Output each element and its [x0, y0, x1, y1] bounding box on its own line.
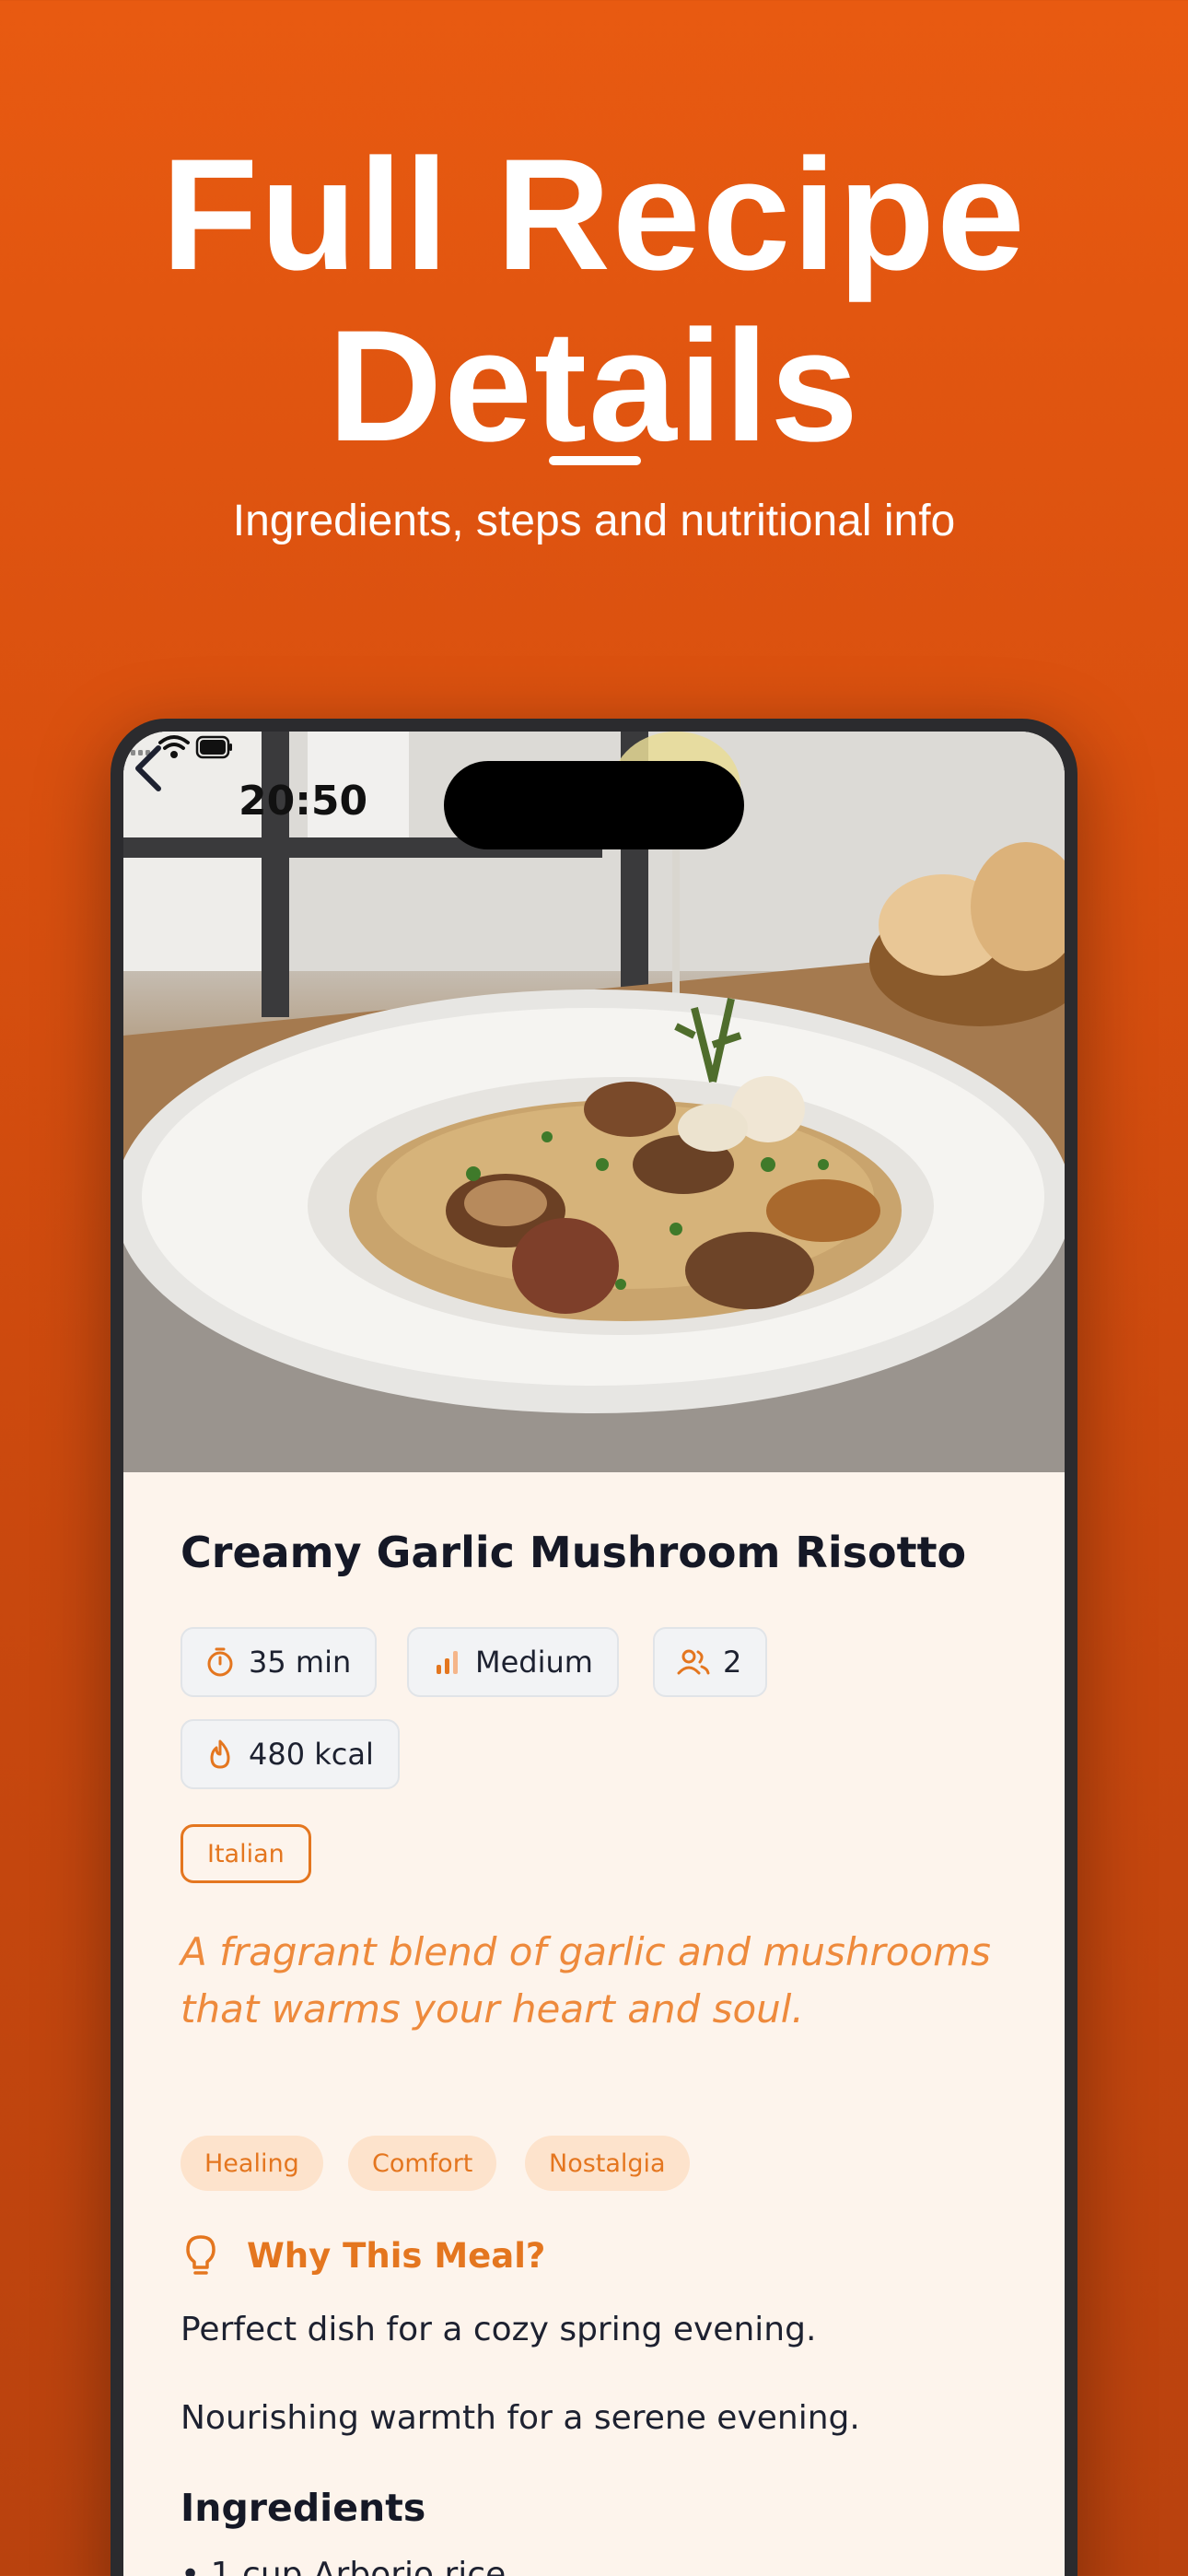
- people-icon: [677, 1649, 710, 1675]
- why-this-meal-heading: Why This Meal?: [181, 2233, 545, 2277]
- calories-text: 480 kcal: [249, 1737, 374, 1772]
- recipe-description: A fragrant blend of garlic and mushrooms…: [181, 1929, 991, 2032]
- phone-frame: 20:50 Creamy Garlic Mushroom Risotto 35 …: [111, 719, 1077, 2576]
- promo-title-line1: Full Recipe: [161, 126, 1027, 303]
- calories-chip: 480 kcal: [181, 1719, 400, 1789]
- battery-icon: [195, 735, 232, 759]
- recipe-hero-image: 20:50: [123, 732, 1065, 1472]
- why-reason-1: Perfect dish for a cozy spring evening.: [181, 2311, 817, 2348]
- status-time: 20:50: [239, 778, 368, 825]
- recipe-title: Creamy Garlic Mushroom Risotto: [181, 1528, 967, 1577]
- difficulty-bars-icon: [437, 1651, 458, 1674]
- mood-tag-comfort: Comfort: [348, 2136, 497, 2191]
- servings-chip: 2: [653, 1627, 768, 1697]
- ingredient-item: • 1 cup Arborio rice: [181, 2556, 507, 2576]
- cook-time-chip: 35 min: [181, 1627, 378, 1697]
- why-this-meal-title: Why This Meal?: [247, 2235, 546, 2276]
- lightbulb-icon: [186, 2235, 215, 2275]
- servings-text: 2: [723, 1645, 742, 1680]
- why-reason-2: Nourishing warmth for a serene evening.: [181, 2399, 860, 2437]
- timer-icon: [207, 1647, 233, 1677]
- title-underline: [549, 456, 641, 465]
- cook-time-text: 35 min: [249, 1645, 352, 1680]
- ingredients-heading: Ingredients: [181, 2486, 426, 2530]
- difficulty-chip: Medium: [407, 1627, 619, 1697]
- mood-tag-healing: Healing: [181, 2136, 323, 2191]
- flame-icon: [210, 1739, 230, 1769]
- mood-tag-nostalgia: Nostalgia: [525, 2136, 690, 2191]
- dynamic-island: [444, 761, 744, 849]
- phone-screen: 20:50 Creamy Garlic Mushroom Risotto 35 …: [123, 732, 1065, 2576]
- promo-title: Full Recipe Details: [0, 129, 1188, 472]
- promo-title-line2: Details: [327, 298, 861, 474]
- promo-subtitle: Ingredients, steps and nutritional info: [232, 497, 956, 545]
- cuisine-badge: Italian: [181, 1824, 311, 1883]
- difficulty-text: Medium: [475, 1645, 593, 1680]
- recipe-details: Creamy Garlic Mushroom Risotto 35 min Me…: [123, 1472, 1065, 2576]
- back-arrow-icon[interactable]: [123, 732, 179, 805]
